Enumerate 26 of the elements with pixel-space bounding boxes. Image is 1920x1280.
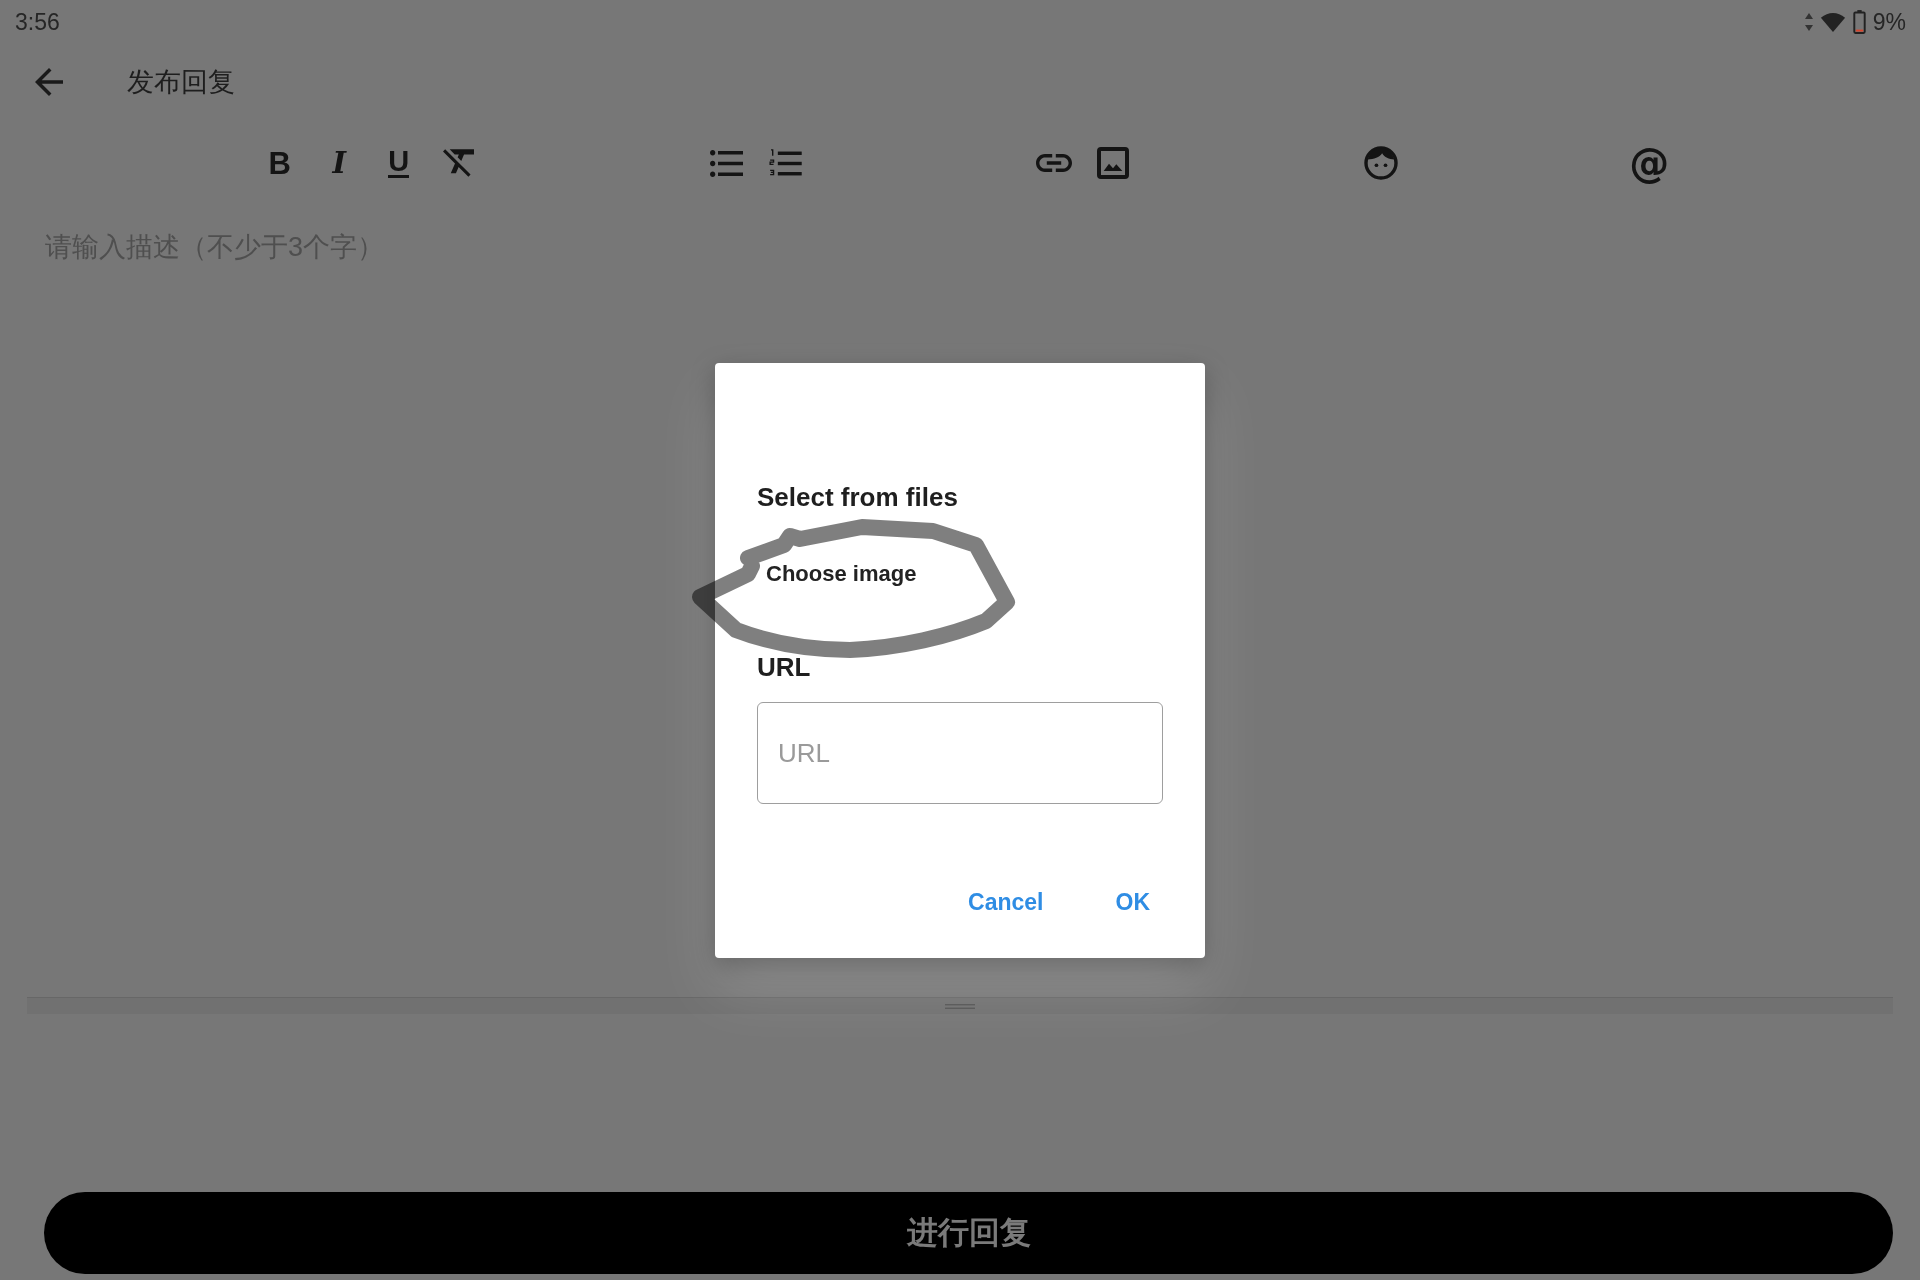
- italic-button[interactable]: I: [309, 137, 369, 189]
- url-field[interactable]: URL: [757, 702, 1163, 804]
- image-icon: [1097, 147, 1130, 179]
- submit-reply-button[interactable]: 进行回复: [44, 1192, 1893, 1274]
- data-activity-icon: [1804, 13, 1813, 31]
- wifi-icon: [1819, 12, 1846, 32]
- bold-button[interactable]: B: [250, 137, 310, 189]
- drag-handle-icon[interactable]: [945, 1003, 975, 1009]
- choose-image-button[interactable]: Choose image: [757, 553, 926, 595]
- page-title: 发布回复: [127, 65, 235, 99]
- ok-button[interactable]: OK: [1107, 880, 1158, 924]
- cancel-button[interactable]: Cancel: [960, 880, 1052, 924]
- mention-button[interactable]: @: [1619, 137, 1679, 189]
- bullet-list-icon: [709, 149, 743, 177]
- link-icon: [1035, 154, 1072, 172]
- url-label: URL: [757, 651, 811, 683]
- underline-button[interactable]: U: [369, 137, 429, 189]
- dialog-heading: Select from files: [757, 481, 958, 513]
- numbered-list-icon: [769, 148, 803, 178]
- face-icon: [1364, 146, 1399, 180]
- battery-percentage: 9%: [1872, 10, 1906, 34]
- battery-icon: [1852, 10, 1866, 34]
- back-arrow-icon: [35, 68, 63, 96]
- clear-format-icon: [442, 149, 474, 177]
- status-time: 3:56: [15, 10, 60, 34]
- back-button[interactable]: [34, 67, 64, 97]
